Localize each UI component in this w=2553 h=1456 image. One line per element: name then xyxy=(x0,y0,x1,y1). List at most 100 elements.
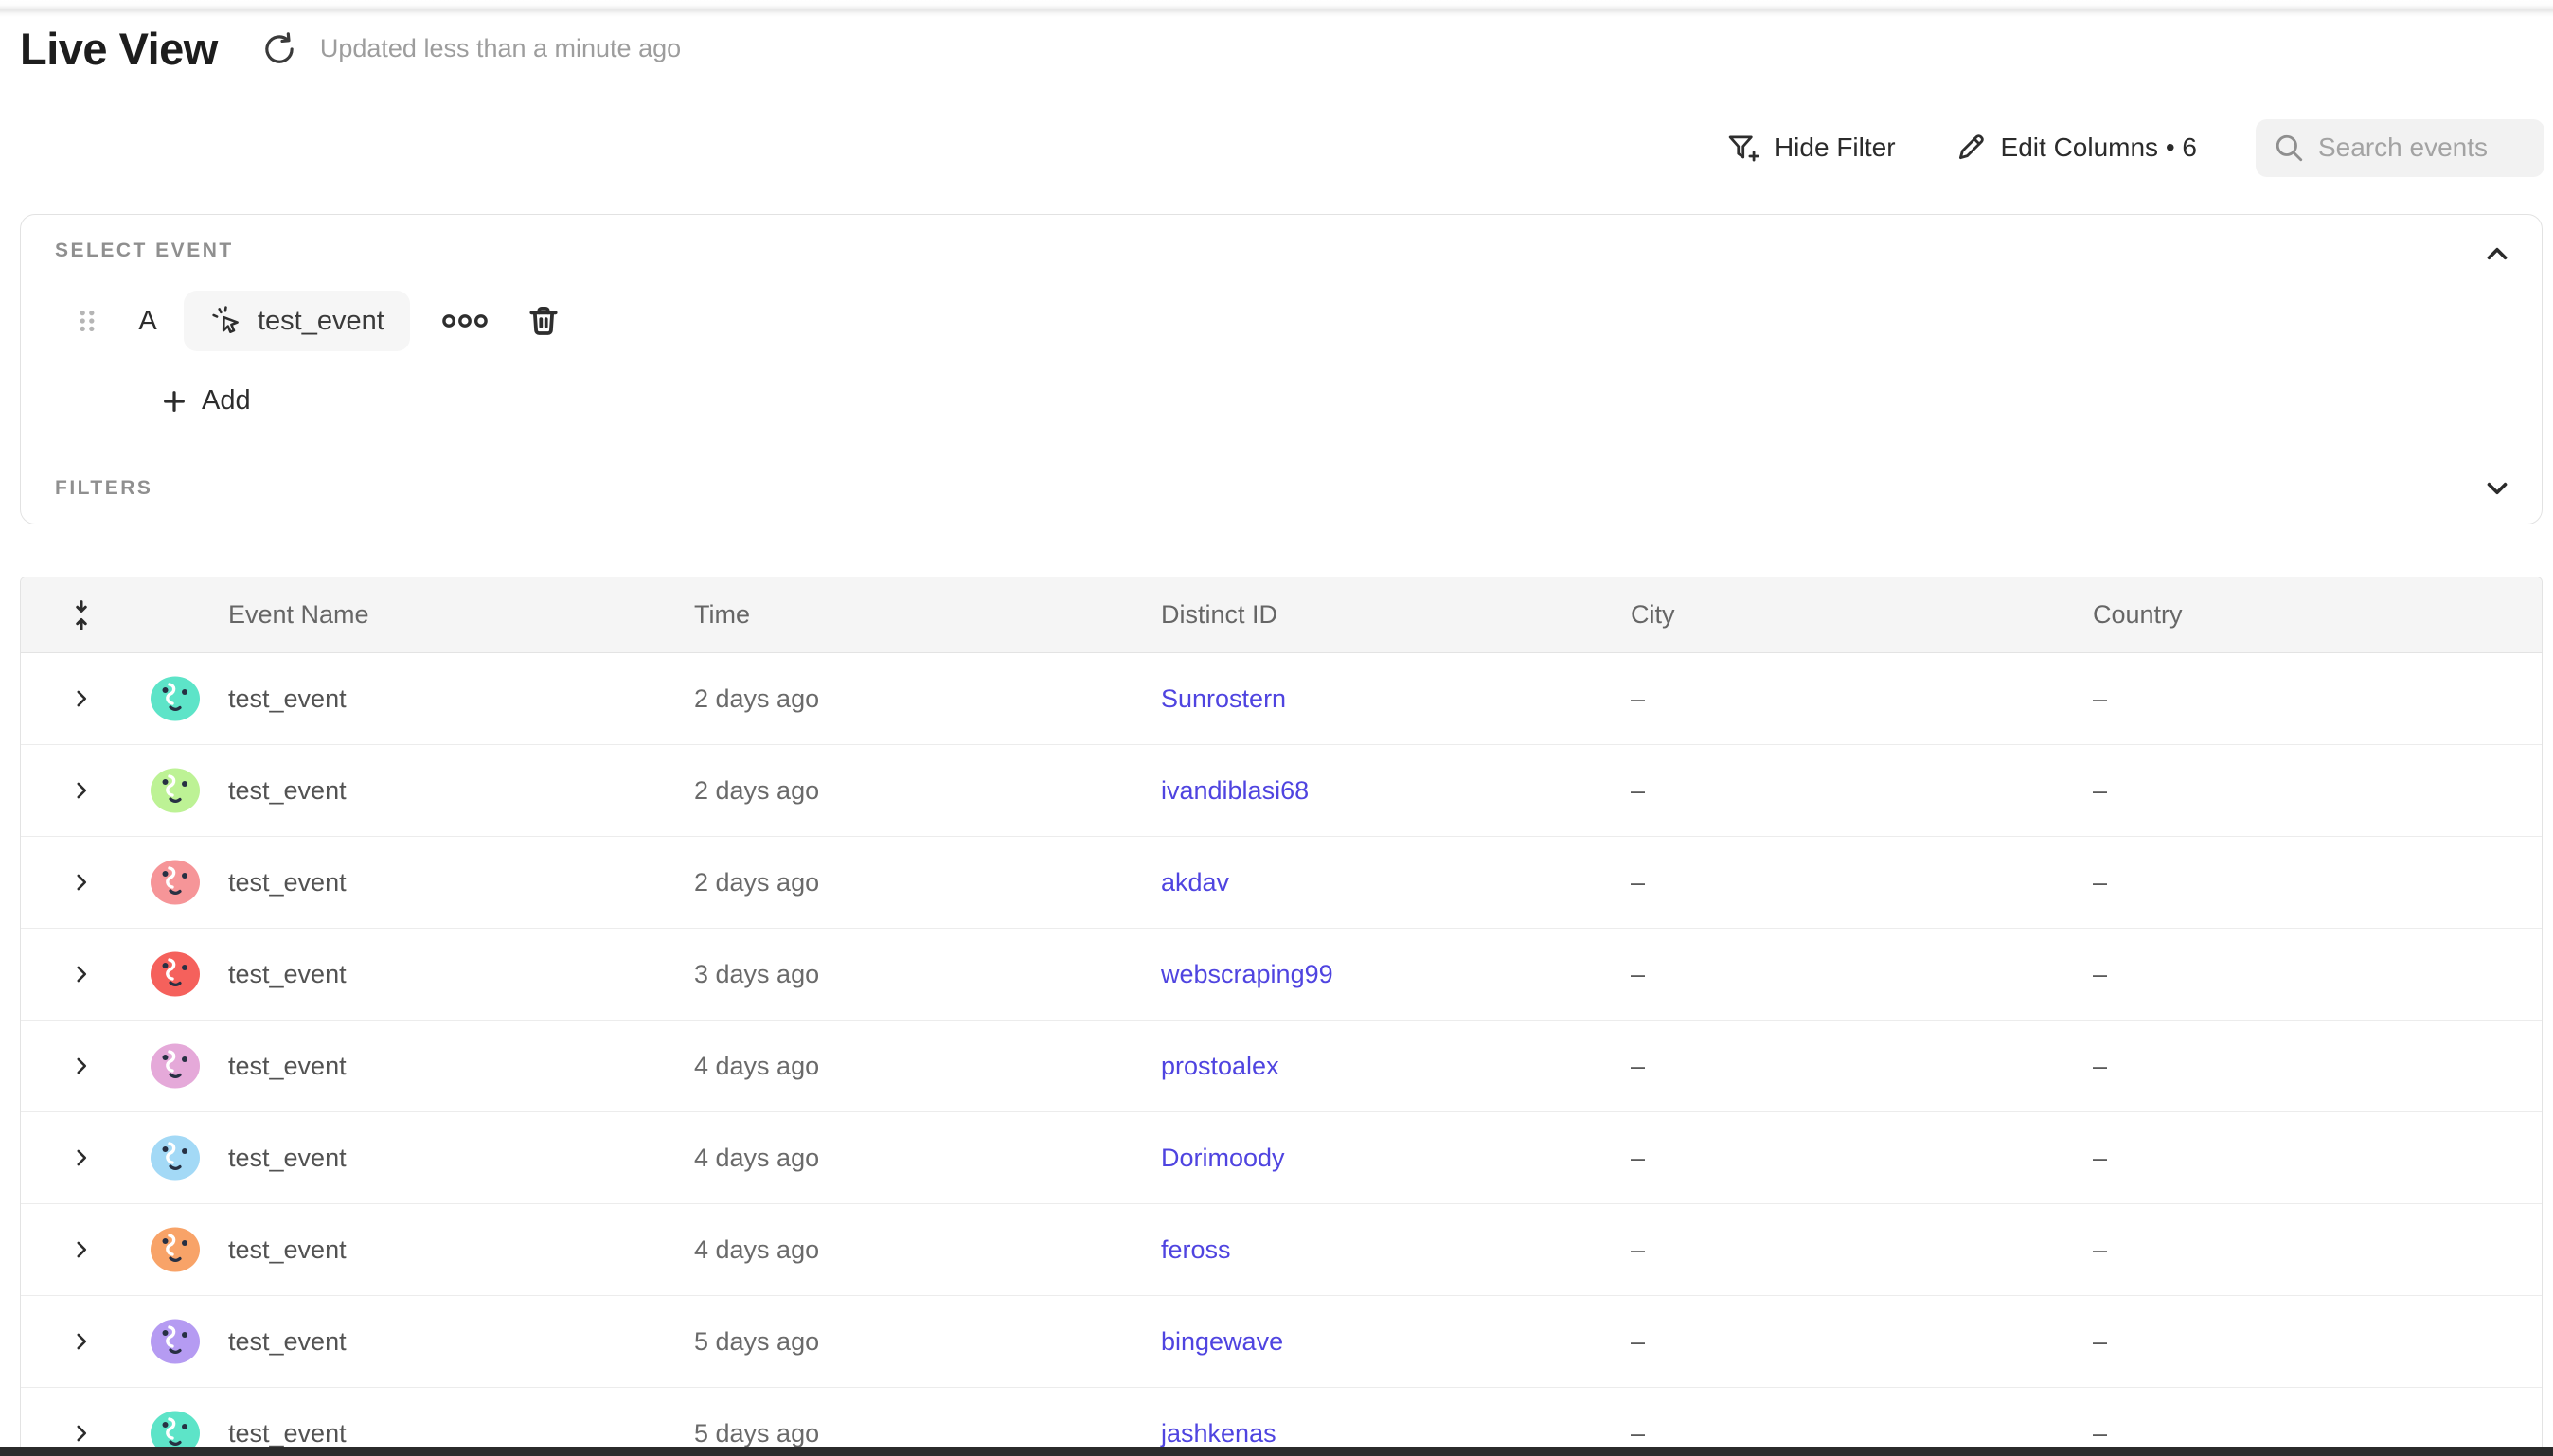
distinct-id-link[interactable]: prostoalex xyxy=(1161,1052,1279,1080)
time-cell: 3 days ago xyxy=(674,960,1141,989)
drag-handle[interactable] xyxy=(76,307,98,335)
expand-row-icon[interactable] xyxy=(69,1145,94,1170)
event-options-button[interactable] xyxy=(440,311,490,331)
col-header-country: Country xyxy=(2073,600,2542,630)
event-name-cell: test_event xyxy=(208,960,674,989)
distinct-id-link[interactable]: Sunrostern xyxy=(1161,684,1286,713)
expand-row-icon[interactable] xyxy=(69,1329,94,1354)
collapse-rows-icon xyxy=(67,598,96,632)
country-cell: – xyxy=(2073,776,2542,806)
table-row[interactable]: test_event 4 days ago prostoalex – – xyxy=(21,1021,2542,1112)
avatar xyxy=(149,1315,202,1368)
search-input[interactable] xyxy=(2318,133,2541,163)
city-cell: – xyxy=(1611,1419,2073,1448)
pencil-icon xyxy=(1955,132,1987,164)
collapse-section-button[interactable] xyxy=(2481,238,2513,270)
col-header-city: City xyxy=(1611,600,2073,630)
expand-row-icon[interactable] xyxy=(69,1421,94,1446)
expand-filters-button[interactable] xyxy=(2481,472,2513,505)
top-edge-shadow xyxy=(0,0,2553,17)
events-table: Event Name Time Distinct ID City Country… xyxy=(20,577,2543,1456)
event-name-cell: test_event xyxy=(208,1419,674,1448)
time-cell: 2 days ago xyxy=(674,868,1141,897)
country-cell: – xyxy=(2073,1327,2542,1357)
time-cell: 4 days ago xyxy=(674,1052,1141,1081)
country-cell: – xyxy=(2073,684,2542,714)
avatar xyxy=(149,672,202,725)
collapse-rows-button[interactable] xyxy=(67,598,96,632)
event-name-cell: test_event xyxy=(208,1327,674,1357)
event-name-cell: test_event xyxy=(208,684,674,714)
select-event-section: SELECT EVENT A xyxy=(21,215,2542,453)
toolbar: Hide Filter Edit Columns • 6 xyxy=(1726,118,2544,177)
time-cell: 2 days ago xyxy=(674,684,1141,714)
country-cell: – xyxy=(2073,1235,2542,1265)
edit-columns-button[interactable]: Edit Columns • 6 xyxy=(1955,132,2197,164)
filters-label: FILTERS xyxy=(55,477,152,500)
country-cell: – xyxy=(2073,1052,2542,1081)
delete-event-button[interactable] xyxy=(526,303,562,339)
distinct-id-link[interactable]: webscraping99 xyxy=(1161,960,1333,988)
select-event-label: SELECT EVENT xyxy=(55,240,2542,262)
updated-status: Updated less than a minute ago xyxy=(320,34,681,63)
query-builder-card: SELECT EVENT A xyxy=(20,214,2543,524)
table-row[interactable]: test_event 3 days ago webscraping99 – – xyxy=(21,929,2542,1021)
refresh-button[interactable] xyxy=(259,29,299,69)
add-event-button[interactable]: Add xyxy=(159,385,251,417)
table-header-row: Event Name Time Distinct ID City Country xyxy=(21,577,2542,653)
time-cell: 5 days ago xyxy=(674,1327,1141,1357)
window-bottom-bar xyxy=(0,1447,2553,1456)
event-select-chip[interactable]: test_event xyxy=(184,291,410,351)
distinct-id-link[interactable]: feross xyxy=(1161,1235,1231,1264)
country-cell: – xyxy=(2073,1144,2542,1173)
hide-filter-button[interactable]: Hide Filter xyxy=(1726,132,1896,164)
city-cell: – xyxy=(1611,1144,2073,1173)
distinct-id-link[interactable]: ivandiblasi68 xyxy=(1161,776,1309,805)
page-title: Live View xyxy=(20,23,218,75)
distinct-id-link[interactable]: jashkenas xyxy=(1161,1419,1276,1447)
city-cell: – xyxy=(1611,776,2073,806)
avatar xyxy=(149,764,202,817)
hide-filter-label: Hide Filter xyxy=(1775,133,1896,163)
table-row[interactable]: test_event 4 days ago feross – – xyxy=(21,1204,2542,1296)
event-name-cell: test_event xyxy=(208,1052,674,1081)
filter-plus-icon xyxy=(1726,132,1760,164)
time-cell: 2 days ago xyxy=(674,776,1141,806)
ellipsis-icon xyxy=(440,311,490,331)
table-row[interactable]: test_event 2 days ago ivandiblasi68 – – xyxy=(21,745,2542,837)
expand-row-icon[interactable] xyxy=(69,1054,94,1078)
add-label: Add xyxy=(202,385,251,417)
distinct-id-link[interactable]: Dorimoody xyxy=(1161,1144,1285,1172)
refresh-icon xyxy=(261,31,297,67)
expand-row-icon[interactable] xyxy=(69,1237,94,1262)
table-row[interactable]: test_event 2 days ago Sunrostern – – xyxy=(21,653,2542,745)
country-cell: – xyxy=(2073,1419,2542,1448)
expand-row-icon[interactable] xyxy=(69,778,94,803)
event-name-cell: test_event xyxy=(208,868,674,897)
event-name-cell: test_event xyxy=(208,776,674,806)
time-cell: 4 days ago xyxy=(674,1235,1141,1265)
country-cell: – xyxy=(2073,960,2542,989)
chevron-down-icon xyxy=(2481,472,2513,505)
country-cell: – xyxy=(2073,868,2542,897)
city-cell: – xyxy=(1611,1235,2073,1265)
col-header-event-name: Event Name xyxy=(208,600,674,630)
event-chip-label: test_event xyxy=(258,306,384,337)
distinct-id-link[interactable]: akdav xyxy=(1161,868,1229,897)
expand-row-icon[interactable] xyxy=(69,870,94,895)
drag-dots-icon xyxy=(76,307,98,335)
search-box[interactable] xyxy=(2256,119,2544,177)
table-row[interactable]: test_event 2 days ago akdav – – xyxy=(21,837,2542,929)
event-name-cell: test_event xyxy=(208,1144,674,1173)
avatar xyxy=(149,1039,202,1092)
expand-row-icon[interactable] xyxy=(69,686,94,711)
table-row[interactable]: test_event 4 days ago Dorimoody – – xyxy=(21,1112,2542,1204)
search-icon xyxy=(2273,132,2305,164)
distinct-id-link[interactable]: bingewave xyxy=(1161,1327,1283,1356)
avatar xyxy=(149,1131,202,1184)
edit-columns-label: Edit Columns • 6 xyxy=(2001,133,2197,163)
event-row: A test_event xyxy=(21,291,2542,351)
time-cell: 5 days ago xyxy=(674,1419,1141,1448)
table-row[interactable]: test_event 5 days ago bingewave – – xyxy=(21,1296,2542,1388)
expand-row-icon[interactable] xyxy=(69,962,94,986)
